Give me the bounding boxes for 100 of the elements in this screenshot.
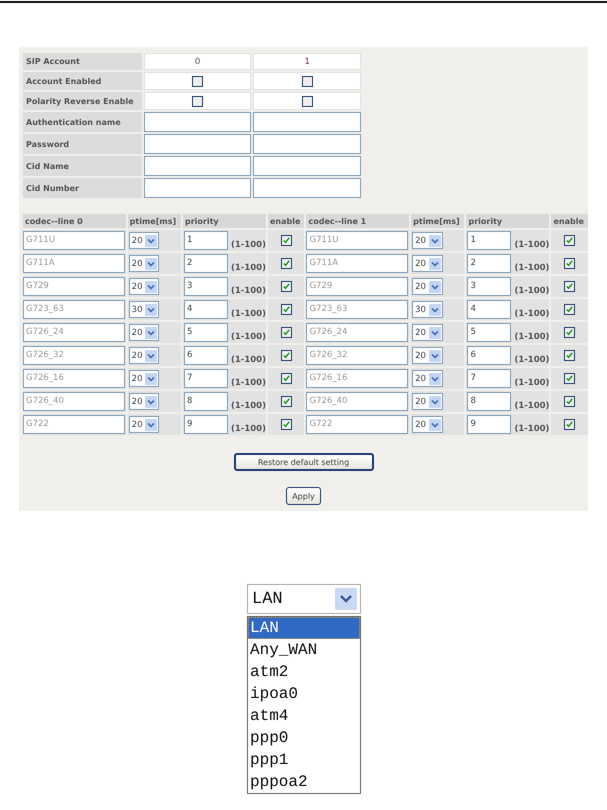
range-hint: (1-100) <box>231 401 266 412</box>
priority-field[interactable]: 4 <box>184 300 228 319</box>
checkbox[interactable] <box>564 350 576 361</box>
range-hint: (1-100) <box>514 309 550 320</box>
checkbox[interactable] <box>302 76 313 86</box>
ptime-select[interactable]: 20 <box>128 416 160 433</box>
ptime-select[interactable]: 20 <box>128 255 160 272</box>
row-label: Authentication name <box>23 112 142 132</box>
ptime-select[interactable]: 20 <box>128 278 160 295</box>
row-label: Account Enabled <box>23 72 142 90</box>
input-field[interactable] <box>144 134 252 154</box>
input-field[interactable] <box>144 156 252 176</box>
ptime-select[interactable]: 20 <box>412 393 443 410</box>
column-header: priority <box>466 214 550 228</box>
priority-field[interactable]: 9 <box>184 414 228 434</box>
priority-field[interactable]: 1 <box>184 230 228 250</box>
ptime-select[interactable]: 20 <box>128 370 160 387</box>
column-header: priority <box>183 214 266 228</box>
input-field[interactable] <box>253 112 361 132</box>
priority-field[interactable]: 6 <box>467 346 512 365</box>
ptime-select[interactable]: 20 <box>412 278 443 295</box>
checkbox[interactable] <box>280 304 292 315</box>
checkbox[interactable] <box>280 258 292 269</box>
ptime-select[interactable]: 20 <box>412 370 443 387</box>
priority-field[interactable]: 7 <box>184 368 228 388</box>
dropdown-option[interactable]: Any_WAN <box>248 639 360 661</box>
ptime-select[interactable]: 20 <box>412 416 443 433</box>
checkbox[interactable] <box>564 327 576 338</box>
input-field[interactable] <box>253 156 361 176</box>
checkbox[interactable] <box>192 96 204 106</box>
range-hint: (1-100) <box>231 355 266 366</box>
range-hint: (1-100) <box>231 263 266 274</box>
priority-field[interactable]: 2 <box>184 254 228 273</box>
range-hint: (1-100) <box>231 309 266 320</box>
range-hint: (1-100) <box>231 240 266 250</box>
dropdown-option[interactable]: ppp0 <box>248 727 360 749</box>
priority-field[interactable]: 5 <box>467 322 512 342</box>
restore-button[interactable]: Restore default setting <box>234 453 374 471</box>
dropdown-option[interactable]: LAN <box>248 617 360 639</box>
ptime-select[interactable]: 20 <box>412 232 443 249</box>
range-hint: (1-100) <box>231 378 266 388</box>
input-field[interactable] <box>253 178 361 198</box>
apply-button[interactable]: Apply <box>286 487 321 505</box>
priority-field[interactable]: 6 <box>184 346 228 365</box>
priority-field[interactable]: 8 <box>184 392 228 411</box>
priority-field[interactable]: 7 <box>467 368 512 388</box>
dropdown-option[interactable]: atm2 <box>248 661 360 683</box>
ptime-select[interactable]: 20 <box>128 232 160 249</box>
checkbox[interactable] <box>564 235 576 246</box>
range-hint: (1-100) <box>514 355 550 366</box>
ptime-select[interactable]: 30 <box>128 301 160 318</box>
dropdown-option[interactable]: ppp1 <box>248 749 360 771</box>
input-field[interactable] <box>144 112 252 132</box>
checkbox[interactable] <box>280 419 292 430</box>
input-field[interactable] <box>144 178 252 198</box>
checkbox[interactable] <box>302 96 313 106</box>
checkbox[interactable] <box>280 327 292 338</box>
column-header: ptime[ms] <box>128 214 181 228</box>
checkbox[interactable] <box>280 281 292 292</box>
dropdown-option[interactable]: atm4 <box>248 705 360 727</box>
priority-field[interactable]: 8 <box>467 392 512 411</box>
checkbox[interactable] <box>280 396 292 407</box>
ptime-select[interactable]: 20 <box>128 347 160 364</box>
ptime-select[interactable]: 20 <box>412 255 443 272</box>
checkbox[interactable] <box>564 419 576 430</box>
account-number: 1 <box>253 53 361 70</box>
ptime-select[interactable]: 20 <box>128 324 160 341</box>
checkbox[interactable] <box>564 396 576 407</box>
priority-field[interactable]: 9 <box>467 414 512 434</box>
priority-field[interactable]: 4 <box>467 300 512 319</box>
priority-field[interactable]: 2 <box>467 254 512 273</box>
checkbox[interactable] <box>564 281 576 292</box>
ptime-select[interactable]: 20 <box>412 324 443 341</box>
range-hint: (1-100) <box>514 378 550 388</box>
priority-field[interactable]: 5 <box>184 322 228 342</box>
range-hint: (1-100) <box>514 263 550 274</box>
priority-field[interactable]: 1 <box>467 230 512 250</box>
priority-field[interactable]: 3 <box>467 276 512 296</box>
range-hint: (1-100) <box>514 286 550 296</box>
checkbox[interactable] <box>280 235 292 246</box>
interface-select[interactable]: LAN <box>247 584 361 614</box>
checkbox[interactable] <box>280 350 292 361</box>
checkbox[interactable] <box>280 373 292 384</box>
row-label: Cid Name <box>23 156 142 176</box>
ptime-select[interactable]: 30 <box>412 301 443 318</box>
dropdown-option[interactable]: ipoa0 <box>248 683 360 705</box>
checkbox[interactable] <box>564 304 576 315</box>
column-header: ptime[ms] <box>411 214 464 228</box>
checkbox[interactable] <box>564 373 576 384</box>
ptime-select[interactable]: 20 <box>412 347 443 364</box>
input-field[interactable] <box>253 134 361 154</box>
range-hint: (1-100) <box>231 332 266 342</box>
dropdown-option[interactable]: pppoa2 <box>248 771 360 793</box>
checkbox[interactable] <box>192 76 204 86</box>
range-hint: (1-100) <box>514 424 550 434</box>
checkbox[interactable] <box>564 258 576 269</box>
range-hint: (1-100) <box>231 286 266 296</box>
range-hint: (1-100) <box>514 240 550 250</box>
priority-field[interactable]: 3 <box>184 276 228 296</box>
ptime-select[interactable]: 20 <box>128 393 160 410</box>
